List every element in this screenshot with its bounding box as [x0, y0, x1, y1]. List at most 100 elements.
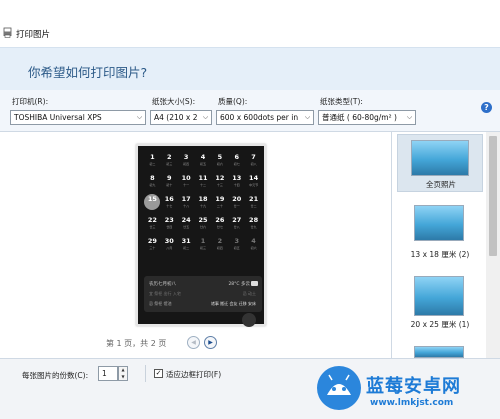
calendar-day-number: 21: [249, 195, 259, 203]
calendar-lunar-label: 三十: [149, 246, 156, 250]
print-options: 打印机(R): TOSHIBA Universal XPS ⌵ 纸张大小(S):…: [0, 90, 500, 132]
calendar-day: 20 廿一: [228, 194, 245, 211]
calendar-day-number: 23: [164, 216, 174, 224]
chevron-down-icon: ⌵: [302, 111, 313, 124]
scrollbar-thumb[interactable]: [489, 136, 497, 256]
event-card: 农历七月初八 28°C 多云 宜 祭祀 出行 入宅 忌 动土 忌 祭祀 馆池 诸…: [144, 276, 262, 312]
calendar-day: 26 廿七: [211, 215, 228, 232]
calendar-day: 12 十三: [211, 173, 228, 190]
calendar-day-number: 19: [215, 195, 225, 203]
calendar-day: 6 初七: [228, 152, 245, 169]
calendar-lunar-label: 八月: [166, 246, 173, 250]
calendar-day-number: 18: [198, 195, 208, 203]
printer-label: 打印机(R):: [12, 97, 49, 106]
calendar-day: 8 初九: [144, 173, 161, 190]
watermark-logo: [317, 366, 361, 410]
calendar-day-number: 1: [150, 153, 155, 161]
calendar-lunar-label: 十七: [166, 204, 173, 208]
calendar-lunar-label: 廿一: [233, 204, 240, 208]
calendar-day: 13 十四: [228, 173, 245, 190]
calendar-day-number: 16: [164, 195, 174, 203]
calendar-day-number: 27: [232, 216, 242, 224]
chevron-down-icon: ⌵: [200, 111, 211, 124]
calendar-lunar-label: 初五: [233, 246, 240, 250]
calendar-day: 11 十二: [195, 173, 212, 190]
calendar-day: 3 初四: [178, 152, 195, 169]
calendar-day: 25 廿六: [195, 215, 212, 232]
copies-stepper[interactable]: ▲ ▼: [118, 366, 128, 381]
calendar-day-number: 24: [181, 216, 191, 224]
calendar-lunar-label: 十一: [183, 183, 190, 187]
prev-page-button[interactable]: ◀: [187, 336, 200, 349]
next-page-button[interactable]: ▶: [204, 336, 217, 349]
calendar-lunar-label: 廿八: [233, 225, 240, 229]
paper-type-label: 纸张类型(T):: [320, 97, 363, 106]
preview-image: 1 初二 2 初三 3 初四 4 初五 5 初六 6 初七 7 初八 8 初九 9 初十 10 十一 11 十二 12 十三 1…: [136, 144, 266, 327]
paper-type-value: 普通纸 ( 60-80g/m² ): [322, 113, 397, 122]
calendar-lunar-label: 十二: [199, 183, 206, 187]
calendar-lunar-label: 初九: [149, 183, 156, 187]
calendar-day-number: 4: [251, 237, 256, 245]
fit-frame-label: 适应边框打印(F): [166, 370, 222, 379]
calendar-grid: 1 初二 2 初三 3 初四 4 初五 5 初六 6 初七 7 初八 8 初九 9 初十 10 十一 11 十二 12 十三 1…: [144, 152, 262, 253]
event-line2-right: 诸事 搬迁 会友 迁移 安床: [210, 301, 256, 306]
calendar-day: 31 初二: [178, 236, 195, 253]
calendar-day: 22 廿三: [144, 215, 161, 232]
calendar-lunar-label: 二十: [216, 204, 223, 208]
calendar-day: 23 廿四: [161, 215, 178, 232]
quality-value: 600 x 600dots per in: [220, 113, 299, 122]
calendar-day: 30 八月: [161, 236, 178, 253]
copies-input[interactable]: 1: [98, 366, 118, 381]
calendar-day-number: 4: [200, 153, 206, 161]
calendar-day-number: 13: [232, 174, 242, 182]
thumbnail-scrollbar[interactable]: [486, 132, 500, 358]
event-line1: 宜 祭祀 出行 入宅: [149, 291, 181, 296]
printer-select[interactable]: TOSHIBA Universal XPS ⌵: [10, 110, 146, 125]
calendar-day: 5 初六: [211, 152, 228, 169]
calendar-lunar-label: 初二: [183, 246, 190, 250]
calendar-lunar-label: 初二: [149, 162, 156, 166]
header-question: 你希望如何打印图片?: [28, 65, 148, 80]
calendar-day: 16 十七: [161, 194, 178, 211]
help-icon[interactable]: ?: [481, 102, 492, 113]
copies-label: 每张图片的份数(C):: [22, 371, 89, 380]
paper-size-select[interactable]: A4 (210 x 2 ⌵: [150, 110, 212, 125]
calendar-lunar-label: 廿五: [183, 225, 190, 229]
layout-thumbnails: 全页照片 13 x 18 厘米 (2) 20 x 25 厘米 (1): [392, 132, 500, 358]
divider: [145, 365, 146, 382]
calendar-day: 17 十八: [178, 194, 195, 211]
fit-frame-checkbox[interactable]: ✓: [154, 369, 163, 378]
chevron-down-icon: ⌵: [134, 111, 145, 124]
page-indicator: 第 1 页，共 2 页: [106, 339, 167, 348]
calendar-day-number: 8: [150, 174, 155, 182]
calendar-lunar-label: 初六: [250, 246, 257, 250]
paper-size-label: 纸张大小(S):: [152, 97, 196, 106]
thumbnail-full-page[interactable]: 全页照片: [397, 134, 483, 192]
calendar-lunar-label: 中元节: [249, 183, 259, 187]
photo-13x18-icon[interactable]: [414, 205, 464, 241]
landscape-photo-icon: [411, 140, 469, 176]
calendar-day: 24 廿五: [178, 215, 195, 232]
dialog-header: 你希望如何打印图片?: [0, 47, 500, 90]
calendar-day: 27 廿八: [228, 215, 245, 232]
calendar-day: 21 廿二: [245, 194, 262, 211]
paper-type-select[interactable]: 普通纸 ( 60-80g/m² ) ⌵: [318, 110, 416, 125]
calendar-day-number: 31: [181, 237, 191, 245]
calendar-lunar-label: 廿二: [250, 204, 257, 208]
print-preview: 1 初二 2 初三 3 初四 4 初五 5 初六 6 初七 7 初八 8 初九 9 初十 10 十一 11 十二 12 十三 1…: [0, 132, 392, 358]
calendar-day-number: 5: [217, 153, 223, 161]
calendar-day-number: 7: [251, 153, 256, 161]
calendar-day-number: 25: [198, 216, 208, 224]
photo-next-icon[interactable]: [414, 346, 464, 358]
thumbnail-label: 20 x 25 厘米 (1): [410, 320, 470, 329]
floating-button-icon: [242, 313, 256, 327]
title-bar: 打印图片: [0, 0, 500, 47]
photo-20x25-icon[interactable]: [414, 276, 464, 316]
calendar-day-number: 29: [147, 237, 157, 245]
stepper-down-icon[interactable]: ▼: [119, 374, 127, 381]
calendar-day: 15 十六: [144, 194, 161, 210]
calendar-lunar-label: 十八: [183, 204, 190, 208]
quality-select[interactable]: 600 x 600dots per in ⌵: [216, 110, 314, 125]
weather-badge-icon: [251, 281, 258, 286]
calendar-day: 29 三十: [144, 236, 161, 253]
